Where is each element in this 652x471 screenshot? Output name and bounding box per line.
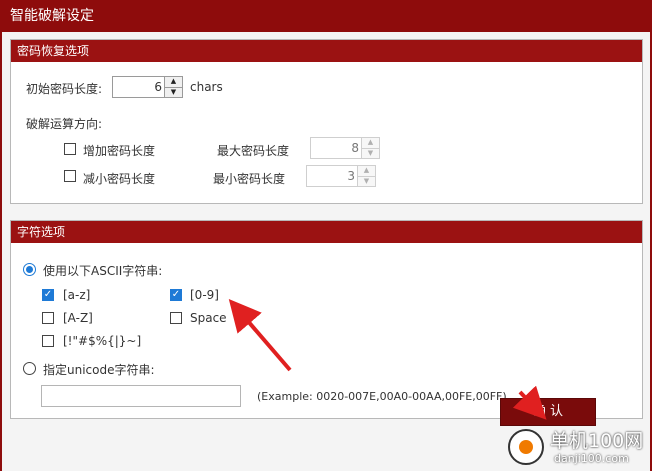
increase-length-checkbox[interactable]	[64, 143, 76, 155]
stepper-down-icon[interactable]: ▼	[358, 176, 375, 186]
stepper-down-icon[interactable]: ▼	[165, 87, 182, 97]
max-length-label: 最大密码长度	[217, 144, 290, 158]
recovery-options-group: 密码恢复选项 初始密码长度: 6 ▲ ▼ chars 破解运算方向: 增加密码长…	[10, 39, 643, 204]
option-a-z-checkbox[interactable]: ✓	[42, 289, 54, 301]
option-symbols-label: [!"#$%{|}~]	[63, 334, 142, 348]
initial-length-unit: chars	[190, 80, 223, 94]
option-symbols-checkbox[interactable]	[42, 335, 54, 347]
option-space-label: Space	[190, 311, 227, 325]
charset-options-group: 字符选项 使用以下ASCII字符串: ✓ [a-z] ✓ [0-9] [A-Z]…	[10, 220, 643, 419]
unicode-radio[interactable]	[23, 362, 36, 375]
confirm-button[interactable]: 确 认	[500, 398, 596, 426]
decrease-length-checkbox[interactable]	[64, 170, 76, 182]
unicode-radio-label: 指定unicode字符串:	[43, 363, 155, 377]
watermark: 单机100网 danji100.com	[508, 424, 652, 471]
option-A-Z-checkbox[interactable]	[42, 312, 54, 324]
unicode-input[interactable]	[41, 385, 241, 407]
option-A-Z-label: [A-Z]	[63, 311, 93, 325]
recovery-options-header: 密码恢复选项	[11, 40, 642, 62]
min-length-value: 3	[347, 169, 355, 183]
initial-length-value: 6	[154, 80, 162, 94]
stepper-up-icon[interactable]: ▲	[362, 138, 379, 149]
initial-length-stepper[interactable]: 6 ▲ ▼	[112, 76, 183, 98]
watermark-url: danji100.com	[554, 452, 629, 465]
stepper-down-icon[interactable]: ▼	[362, 148, 379, 158]
ascii-radio-label: 使用以下ASCII字符串:	[43, 264, 163, 278]
initial-length-label: 初始密码长度:	[26, 82, 103, 96]
max-length-stepper[interactable]: 8 ▲ ▼	[310, 137, 380, 159]
decrease-length-label: 减小密码长度	[83, 172, 156, 186]
option-a-z-label: [a-z]	[63, 288, 91, 302]
option-space-checkbox[interactable]	[170, 312, 182, 324]
max-length-value: 8	[351, 141, 359, 155]
window-title: 智能破解设定	[0, 0, 652, 32]
min-length-label: 最小密码长度	[213, 172, 286, 186]
charset-options-header: 字符选项	[11, 221, 642, 243]
stepper-up-icon[interactable]: ▲	[358, 166, 375, 177]
watermark-logo-icon	[508, 429, 544, 465]
unicode-example: (Example: 0020-007E,00A0-00AA,00FE,00FF)	[257, 390, 507, 403]
ascii-radio[interactable]	[23, 263, 36, 276]
stepper-up-icon[interactable]: ▲	[165, 77, 182, 88]
direction-label: 破解运算方向:	[26, 117, 103, 131]
increase-length-label: 增加密码长度	[83, 144, 156, 158]
option-0-9-label: [0-9]	[190, 288, 219, 302]
min-length-stepper[interactable]: 3 ▲ ▼	[306, 165, 376, 187]
watermark-text: 单机100网	[550, 430, 644, 452]
option-0-9-checkbox[interactable]: ✓	[170, 289, 182, 301]
